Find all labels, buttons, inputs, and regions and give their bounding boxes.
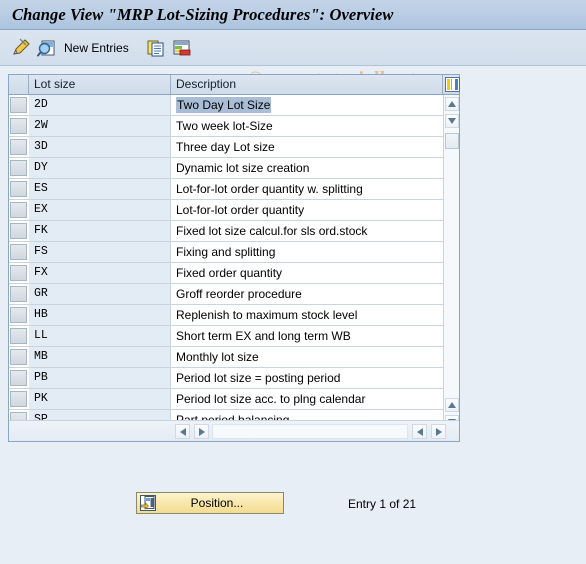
table-row[interactable]: LL Short term EX and long term WB [9, 326, 443, 347]
table-row[interactable]: HB Replenish to maximum stock level [9, 305, 443, 326]
cell-description[interactable]: Replenish to maximum stock level [171, 305, 443, 325]
page-title: Change View "MRP Lot-Sizing Procedures":… [12, 5, 394, 24]
row-select-button[interactable] [10, 97, 27, 113]
table-header-row: Lot size Description [9, 75, 460, 95]
column-header-select [9, 75, 29, 94]
scroll-up-button[interactable] [445, 97, 459, 111]
cell-lot-size[interactable]: GR [29, 284, 171, 304]
cell-lot-size[interactable]: SP [29, 410, 171, 420]
cell-lot-size[interactable]: PK [29, 389, 171, 409]
table-row[interactable]: ES Lot-for-lot order quantity w. splittin… [9, 179, 443, 200]
cell-description[interactable]: Groff reorder procedure [171, 284, 443, 304]
cell-description[interactable]: Period lot size = posting period [171, 368, 443, 388]
scroll-down-button[interactable] [445, 114, 459, 128]
table-row[interactable]: FS Fixing and splitting [9, 242, 443, 263]
column-header-description[interactable]: Description [171, 75, 443, 94]
row-select-button[interactable] [10, 370, 27, 386]
scroll-right-button[interactable] [194, 424, 209, 439]
entry-status-text: Entry 1 of 21 [348, 497, 417, 511]
cell-lot-size[interactable]: 2D [29, 95, 171, 115]
cell-lot-size[interactable]: 2W [29, 116, 171, 136]
cell-lot-size[interactable]: DY [29, 158, 171, 178]
horizontal-scroll-track[interactable] [212, 424, 408, 439]
cell-description[interactable]: Lot-for-lot order quantity w. splitting [171, 179, 443, 199]
vertical-scrollbar[interactable] [443, 95, 459, 440]
row-select-button[interactable] [10, 244, 27, 260]
table-row[interactable]: 2W Two week lot-Size [9, 116, 443, 137]
cell-description[interactable]: Dynamic lot size creation [171, 158, 443, 178]
table-row[interactable]: 3D Three day Lot size [9, 137, 443, 158]
cell-lot-size[interactable]: HB [29, 305, 171, 325]
cell-lot-size[interactable]: MB [29, 347, 171, 367]
row-select-button[interactable] [10, 118, 27, 134]
table-row[interactable]: PK Period lot size acc. to plng calendar [9, 389, 443, 410]
cell-lot-size[interactable]: 3D [29, 137, 171, 157]
cell-description[interactable]: Period lot size acc. to plng calendar [171, 389, 443, 409]
table-row[interactable]: FX Fixed order quantity [9, 263, 443, 284]
magnifier-document-icon[interactable] [36, 37, 58, 59]
cell-lot-size[interactable]: FX [29, 263, 171, 283]
table-body: 2D Two Day Lot Size 2W Two week lot-Size 3D T… [9, 95, 443, 420]
cell-description[interactable]: Part period balancing [171, 410, 443, 420]
cell-description[interactable]: Fixed order quantity [171, 263, 443, 283]
row-select-button[interactable] [10, 181, 27, 197]
scroll-page-up-button[interactable] [445, 398, 459, 412]
table-row[interactable]: 2D Two Day Lot Size [9, 95, 443, 116]
cell-description[interactable]: Two week lot-Size [171, 116, 443, 136]
cell-description[interactable]: Fixed lot size calcul.for sls ord.stock [171, 221, 443, 241]
pencil-icon[interactable] [10, 37, 32, 59]
horizontal-scrollbar[interactable] [9, 420, 459, 441]
cell-description[interactable]: Lot-for-lot order quantity [171, 200, 443, 220]
cell-lot-size[interactable]: EX [29, 200, 171, 220]
row-select-button[interactable] [10, 391, 27, 407]
row-select-button[interactable] [10, 265, 27, 281]
row-select-button[interactable] [10, 286, 27, 302]
application-toolbar: New Entries © www.tutorialkart.com [0, 30, 586, 90]
cell-description[interactable]: Monthly lot size [171, 347, 443, 367]
cell-lot-size[interactable]: FK [29, 221, 171, 241]
cell-description[interactable]: Fixing and splitting [171, 242, 443, 262]
table-row[interactable]: GR Groff reorder procedure [9, 284, 443, 305]
position-button-label: Position... [190, 496, 244, 510]
table-row[interactable]: PB Period lot size = posting period [9, 368, 443, 389]
new-entries-button[interactable]: New Entries [64, 41, 129, 55]
table-delete-icon[interactable] [171, 37, 193, 59]
position-button[interactable]: Position... [136, 492, 284, 514]
cell-lot-size[interactable]: FS [29, 242, 171, 262]
cell-description[interactable]: Short term EX and long term WB [171, 326, 443, 346]
row-select-button[interactable] [10, 349, 27, 365]
table-row[interactable]: SP Part period balancing [9, 410, 443, 420]
scroll-thumb[interactable] [445, 133, 459, 149]
cell-lot-size[interactable]: LL [29, 326, 171, 346]
cell-description[interactable]: Two Day Lot Size [171, 95, 443, 115]
row-select-button[interactable] [10, 139, 27, 155]
lot-size-table: Lot size Description 2D Two Day Lot Size 2… [8, 74, 460, 442]
row-select-button[interactable] [10, 223, 27, 239]
cell-description-text: Two Day Lot Size [176, 97, 272, 113]
cell-lot-size[interactable]: PB [29, 368, 171, 388]
row-select-button[interactable] [10, 307, 27, 323]
column-header-lot-size[interactable]: Lot size [29, 75, 171, 94]
row-select-button[interactable] [10, 160, 27, 176]
table-row[interactable]: DY Dynamic lot size creation [9, 158, 443, 179]
row-select-button[interactable] [10, 412, 27, 420]
row-select-button[interactable] [10, 328, 27, 344]
copy-pages-icon[interactable] [145, 37, 167, 59]
cell-lot-size[interactable]: ES [29, 179, 171, 199]
table-row[interactable]: MB Monthly lot size [9, 347, 443, 368]
scroll-left-button[interactable] [175, 424, 190, 439]
scroll-left-button-secondary[interactable] [412, 424, 427, 439]
table-row[interactable]: EX Lot-for-lot order quantity [9, 200, 443, 221]
scroll-right-button-secondary[interactable] [431, 424, 446, 439]
cell-description[interactable]: Three day Lot size [171, 137, 443, 157]
column-settings-icon[interactable] [445, 77, 460, 92]
window-title-bar: Change View "MRP Lot-Sizing Procedures":… [0, 0, 586, 30]
table-row[interactable]: FK Fixed lot size calcul.for sls ord.stoc… [9, 221, 443, 242]
row-select-button[interactable] [10, 202, 27, 218]
